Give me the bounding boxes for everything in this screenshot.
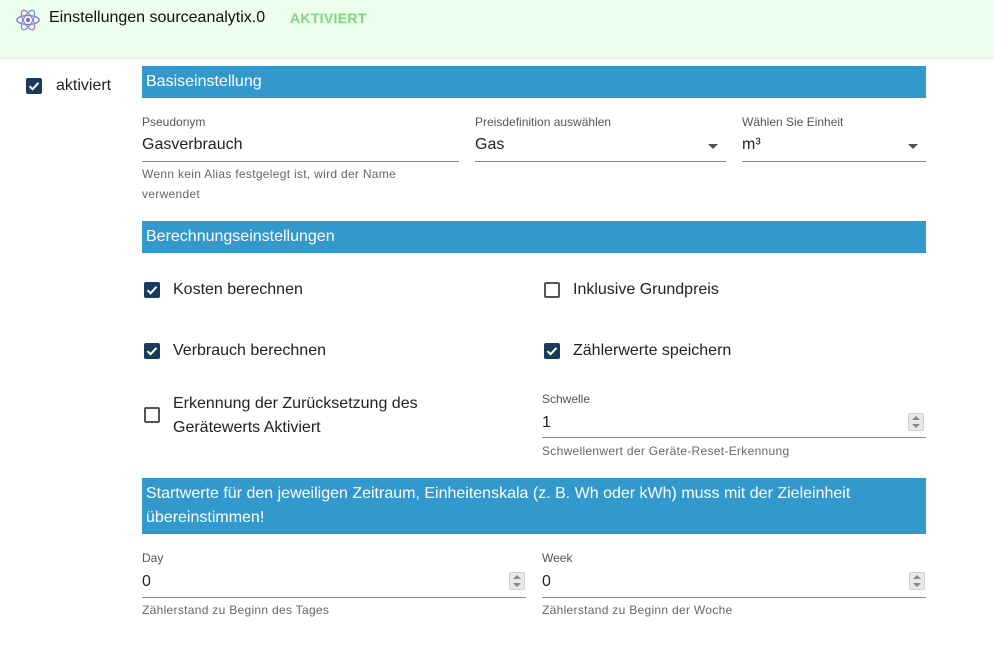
check-icon [146,286,158,295]
pseudonym-underline [142,161,459,162]
day-spinner[interactable] [509,572,525,590]
week-input[interactable]: 0 [542,573,551,591]
reset-detection-label: Erkennung der Zurücksetzung des Gerätewe… [173,395,418,436]
check-icon [28,82,40,91]
pseudonym-input[interactable]: Gasverbrauch [142,136,243,154]
check-icon [146,347,158,356]
consumption-checkbox[interactable] [144,343,160,359]
spinner-down-icon[interactable] [513,583,521,587]
enabled-checkbox[interactable] [26,78,42,94]
week-spinner[interactable] [909,572,925,590]
day-input[interactable]: 0 [142,573,151,591]
week-helper: Zählerstand zu Beginn der Woche [542,603,733,617]
page-title: Einstellungen sourceanalytix.0 [49,9,266,26]
threshold-input[interactable]: 1 [542,414,551,432]
price-definition-underline [475,161,726,162]
spinner-down-icon[interactable] [912,424,920,428]
threshold-underline [542,437,926,438]
enabled-label: aktiviert [56,77,112,94]
price-definition-select[interactable]: Gas [475,136,504,154]
day-helper: Zählerstand zu Beginn des Tages [142,603,330,617]
day-label: Day [142,551,164,565]
spinner-up-icon[interactable] [913,575,921,579]
day-underline [142,597,526,598]
week-label: Week [542,551,573,565]
spinner-up-icon[interactable] [912,416,920,420]
reset-detection-checkbox[interactable] [144,407,160,423]
section-calculation-header: Berechnungseinstellungen [142,221,926,253]
unit-select[interactable]: m³ [742,136,761,154]
threshold-spinner[interactable] [908,413,924,431]
section-start-values-header: Startwerte für den jeweiligen Zeitraum, … [142,478,926,534]
week-underline [542,597,926,598]
meter-values-label: Zählerwerte speichern [573,342,732,359]
chevron-down-icon[interactable] [908,144,918,149]
base-price-checkbox[interactable] [544,282,560,298]
unit-label: Wählen Sie Einheit [742,115,844,129]
unit-underline [742,161,926,162]
consumption-label: Verbrauch berechnen [173,342,326,359]
spinner-up-icon[interactable] [513,575,521,579]
atom-logo-icon [16,9,40,31]
threshold-label: Schwelle [542,392,591,406]
section-basic-header: Basiseinstellung [142,66,926,98]
spinner-down-icon[interactable] [913,583,921,587]
check-icon [546,347,558,356]
costs-label: Kosten berechnen [173,281,303,298]
threshold-helper: Schwellenwert der Geräte-Reset-Erkennung [542,444,790,458]
pseudonym-label: Pseudonym [142,115,206,129]
price-definition-label: Preisdefinition auswählen [475,115,612,129]
chevron-down-icon[interactable] [708,144,718,149]
costs-checkbox[interactable] [144,282,160,298]
meter-values-checkbox[interactable] [544,343,560,359]
app-header: Einstellungen sourceanalytix.0 AKTIVIERT [0,0,994,59]
base-price-label: Inklusive Grundpreis [573,281,719,298]
status-badge: AKTIVIERT [290,10,367,26]
pseudonym-helper: Wenn kein Alias festgelegt ist, wird der… [142,167,397,201]
